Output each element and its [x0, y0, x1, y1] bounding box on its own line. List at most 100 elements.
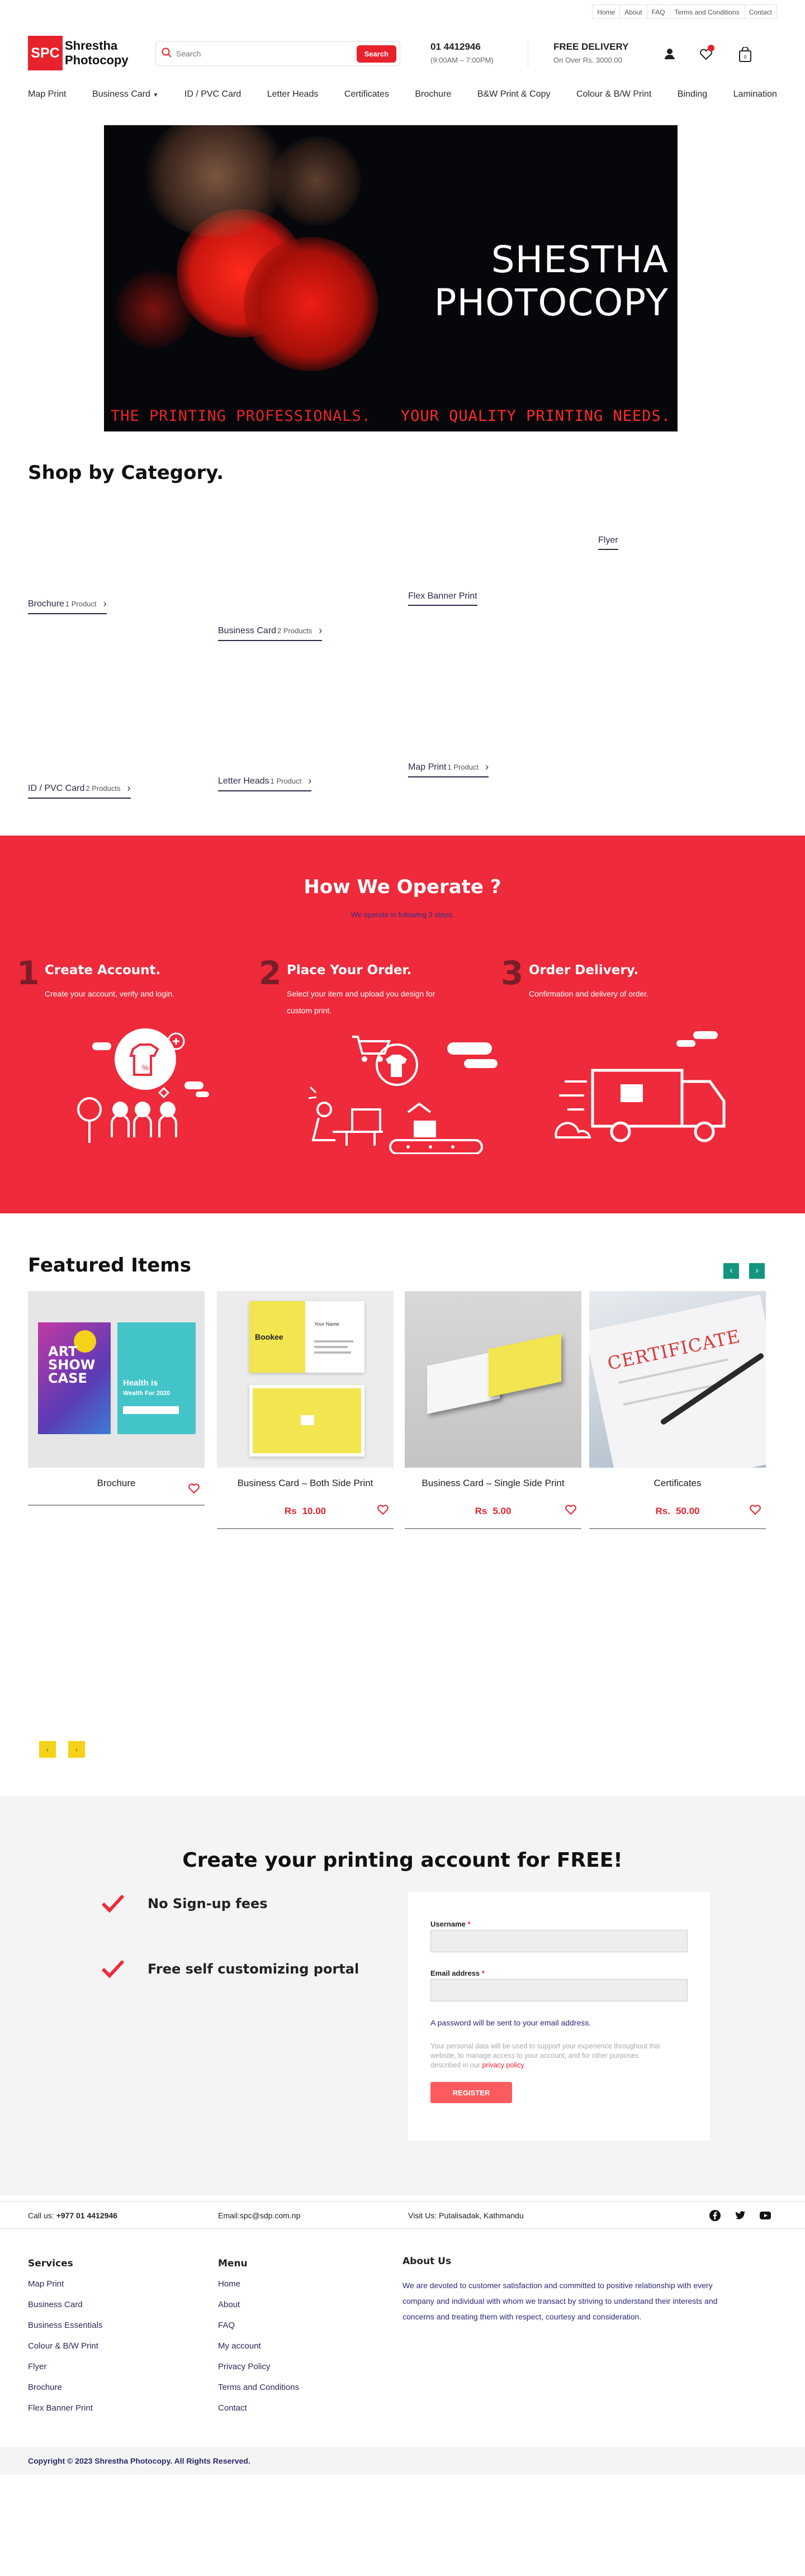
svg-text:%: % [142, 1063, 149, 1072]
category-flex-banner-print[interactable]: Flex Banner Print [408, 591, 477, 606]
heart-icon[interactable] [377, 1503, 389, 1516]
heart-icon[interactable] [565, 1503, 577, 1516]
footer-menu-title: Menu [218, 2258, 248, 2269]
slider-prev-button[interactable]: ‹ [39, 1741, 56, 1758]
footer-menu-link[interactable]: Terms and Conditions [218, 2383, 299, 2403]
search-input[interactable] [176, 49, 357, 58]
featured-prev-button[interactable]: ‹ [723, 1263, 739, 1279]
footer-about-title: About Us [402, 2256, 452, 2267]
product-image[interactable]: CERTIFICATE [589, 1291, 766, 1468]
chevron-down-icon: ▼ [153, 92, 159, 98]
category-map-print[interactable]: Map Print 1 Product › [408, 761, 489, 777]
category-name: Flyer [598, 535, 618, 545]
product-card-brochure[interactable]: ART SHOW CASE Health is Wealth For 2020 … [28, 1291, 205, 1506]
brochure-health-text: Health is Wealth For 2020 [123, 1378, 170, 1398]
footer-menu-link[interactable]: Privacy Policy [218, 2362, 299, 2383]
featured-next-button[interactable]: › [749, 1263, 765, 1279]
footer-menu-link[interactable]: Contact [218, 2403, 299, 2424]
brochure-right-panel: Health is Wealth For 2020 [117, 1322, 196, 1434]
delivery-subtitle: On Over Rs. 3000.00 [553, 56, 622, 64]
nav-lamination[interactable]: Lamination [733, 89, 777, 99]
heart-icon[interactable] [749, 1503, 761, 1516]
toplink-about[interactable]: About [619, 5, 646, 18]
nav-business-card[interactable]: Business Card ▼ [92, 89, 158, 99]
search-button[interactable]: Search [356, 45, 396, 63]
nav-map-print[interactable]: Map Print [28, 89, 66, 99]
category-business-card[interactable]: Business Card 2 Products › [218, 625, 323, 641]
step-number: 2 [259, 954, 282, 992]
product-card-business-card-both[interactable]: Bookee Your Name Business Card – Both Si… [217, 1291, 394, 1529]
category-brochure[interactable]: Brochure 1 Product › [28, 598, 107, 614]
category-flyer[interactable]: Flyer [598, 535, 618, 550]
step-description: Select your item and upload you design f… [287, 989, 435, 1015]
product-price: Rs 5.00 [405, 1506, 581, 1517]
toplink-faq[interactable]: FAQ [646, 5, 670, 18]
toplink-home[interactable]: Home [593, 5, 619, 18]
product-name[interactable]: Business Card – Both Side Print [217, 1478, 394, 1489]
category-count: 2 Products [86, 784, 121, 793]
phone-info: 01 4412946 (9:00AM – 7:00PM) [430, 41, 494, 64]
category-name: Letter Heads [218, 776, 269, 786]
footer-menu-list: Home About FAQ My account Privacy Policy… [218, 2279, 299, 2424]
product-card-business-card-single[interactable]: Business Card – Single Side Print Rs 5.00 [405, 1291, 581, 1529]
nav-letter-heads[interactable]: Letter Heads [267, 89, 319, 99]
nav-brochure[interactable]: Brochure [415, 89, 451, 99]
footer-menu-link[interactable]: FAQ [218, 2321, 299, 2341]
username-field[interactable] [430, 1930, 688, 1952]
chevron-right-icon: › [308, 775, 312, 786]
category-letter-heads[interactable]: Letter Heads 1 Product › [218, 775, 312, 791]
price-value: 50.00 [675, 1506, 700, 1516]
card-divider [28, 1505, 205, 1506]
contact-email: Email:spc@sdp.com.np [218, 2211, 301, 2220]
product-name[interactable]: Brochure [28, 1478, 205, 1489]
chevron-left-icon: ‹ [46, 1745, 49, 1754]
how-title: How We Operate ? [304, 876, 501, 898]
check-icon [101, 1960, 125, 1979]
toplink-contact[interactable]: Contact [744, 5, 776, 18]
footer-service-link[interactable]: Business Card [28, 2300, 102, 2321]
youtube-icon[interactable] [759, 2209, 771, 2222]
business-card-stack-right [489, 1334, 561, 1397]
site-logo[interactable]: SPC Shrestha Photocopy [28, 36, 129, 70]
nav-binding[interactable]: Binding [678, 89, 707, 99]
wishlist-icon[interactable] [699, 45, 714, 61]
footer-service-link[interactable]: Colour & B/W Print [28, 2341, 102, 2362]
chevron-right-icon: › [75, 1745, 78, 1754]
card-divider [217, 1528, 394, 1529]
footer-menu-link[interactable]: Home [218, 2279, 299, 2300]
account-icon[interactable] [664, 47, 678, 61]
nav-id-pvc-card[interactable]: ID / PVC Card [184, 89, 241, 99]
facebook-icon[interactable] [709, 2209, 721, 2222]
copyright-text: Copyright © 2023 Shrestha Photocopy. All… [28, 2456, 250, 2465]
privacy-policy-link[interactable]: privacy policy [482, 2061, 523, 2069]
footer-service-link[interactable]: Brochure [28, 2383, 102, 2403]
register-button[interactable]: REGISTER [430, 2082, 512, 2103]
email-field[interactable] [430, 1979, 688, 2001]
footer-service-link[interactable]: Flex Banner Print [28, 2403, 102, 2424]
toplink-terms[interactable]: Terms and Conditions [669, 5, 744, 18]
product-name[interactable]: Business Card – Single Side Print [405, 1478, 581, 1489]
slider-next-button[interactable]: › [68, 1741, 85, 1758]
featured-heading: Featured Items [28, 1254, 191, 1277]
cart-icon[interactable]: 0 [738, 46, 752, 62]
footer-service-link[interactable]: Business Essentials [28, 2321, 102, 2341]
category-id-pvc-card[interactable]: ID / PVC Card 2 Products › [28, 782, 131, 799]
nav-bw-print-copy[interactable]: B&W Print & Copy [477, 89, 551, 99]
footer-menu-link[interactable]: About [218, 2300, 299, 2321]
footer-service-link[interactable]: Map Print [28, 2279, 102, 2300]
footer-about-text: We are devoted to customer satisfaction … [402, 2281, 718, 2321]
footer-menu-link[interactable]: My account [218, 2341, 299, 2362]
product-image[interactable] [405, 1291, 581, 1468]
twitter-icon[interactable] [734, 2209, 746, 2222]
footer-service-link[interactable]: Flyer [28, 2362, 102, 2383]
heart-icon[interactable] [188, 1482, 200, 1495]
product-image[interactable]: ART SHOW CASE Health is Wealth For 2020 [28, 1291, 205, 1468]
product-name[interactable]: Certificates [589, 1478, 766, 1489]
nav-colour-bw-print[interactable]: Colour & B/W Print [576, 89, 651, 99]
nav-certificates[interactable]: Certificates [344, 89, 389, 99]
product-image[interactable]: Bookee Your Name [217, 1291, 394, 1468]
brochure-left-panel: ART SHOW CASE [38, 1322, 111, 1434]
product-card-certificates[interactable]: CERTIFICATE Certificates Rs. 50.00 [589, 1291, 766, 1529]
certificate-word: CERTIFICATE [605, 1325, 742, 1374]
product-price: Rs 10.00 [217, 1506, 394, 1517]
